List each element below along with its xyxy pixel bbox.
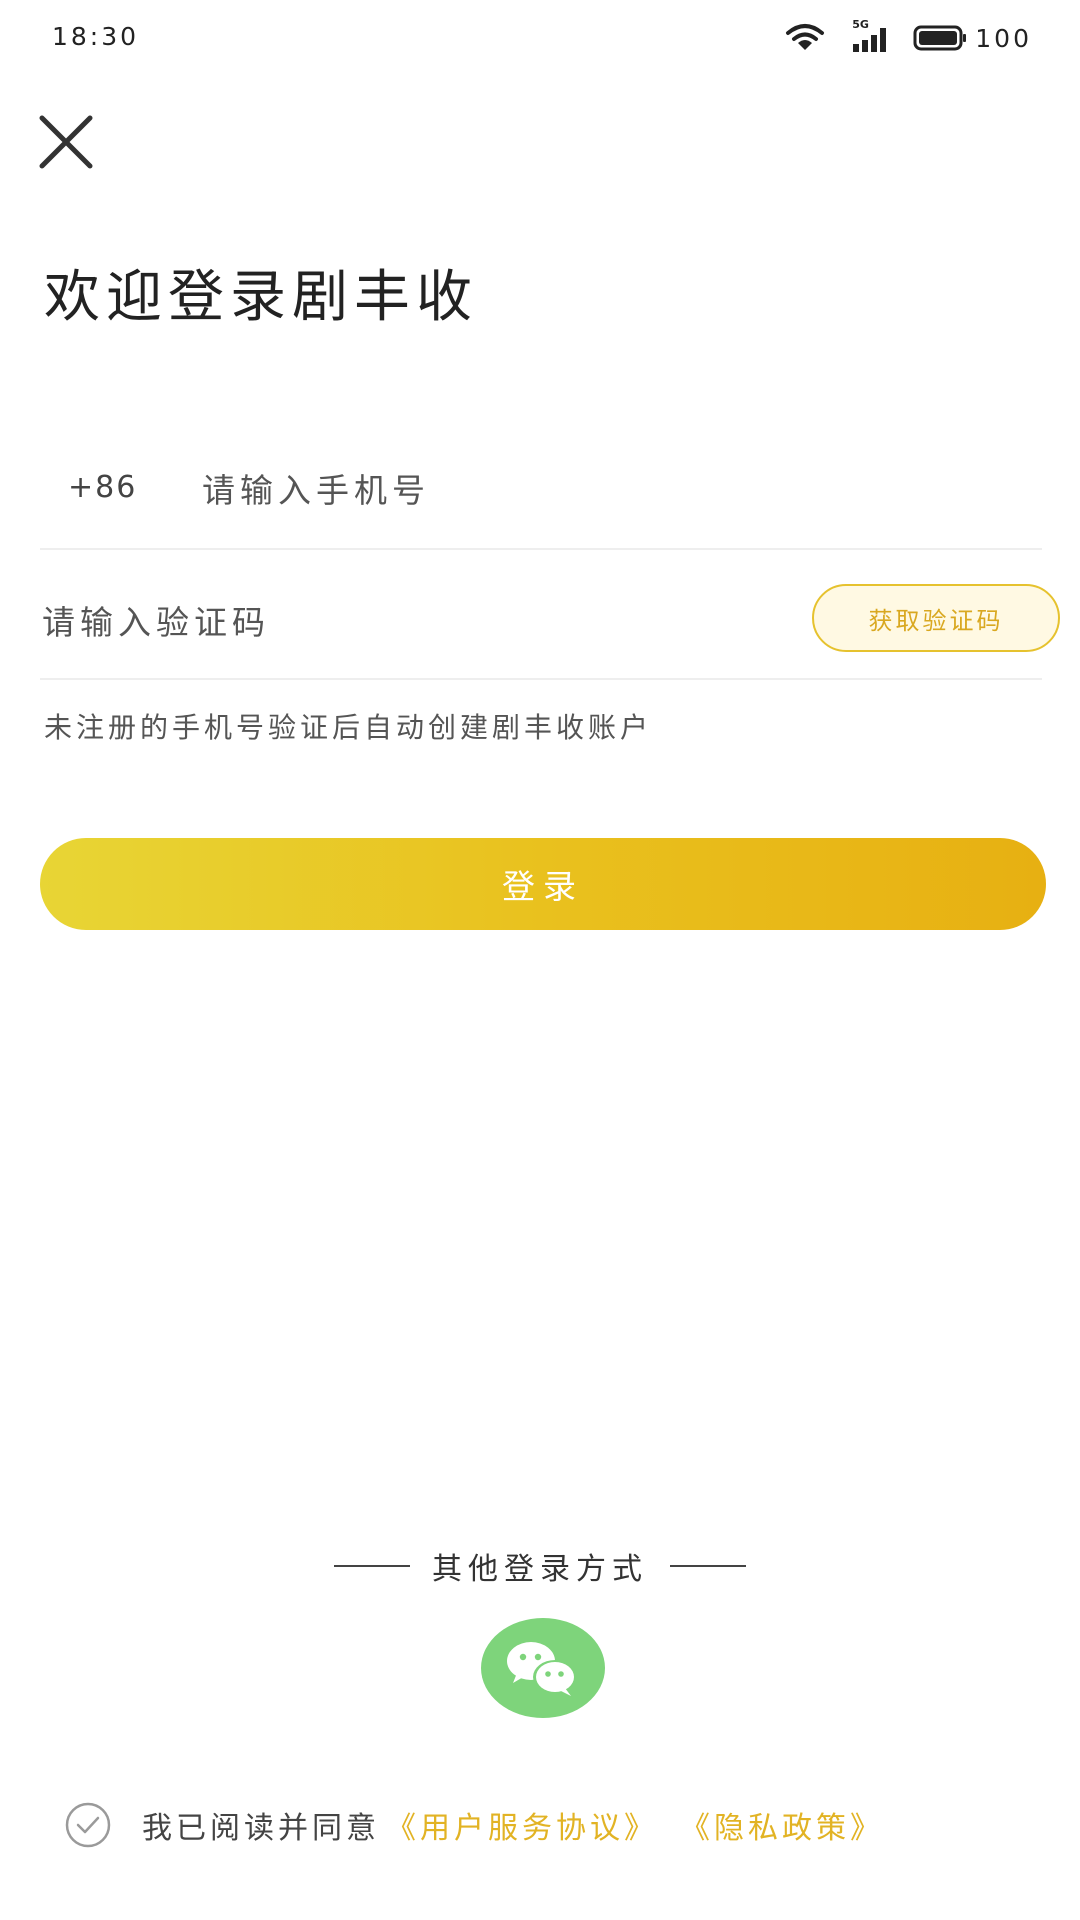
agreement-row: 我已阅读并同意 《用户服务协议》 《隐私政策》 (64, 1802, 884, 1848)
country-code-selector[interactable]: +86 (68, 470, 137, 505)
close-icon (39, 115, 93, 169)
wechat-icon (507, 1642, 577, 1696)
page-title: 欢迎登录剧丰收 (44, 265, 478, 330)
wechat-login-button[interactable] (481, 1618, 605, 1718)
divider-right (670, 1565, 746, 1567)
terms-of-service-link[interactable]: 《用户服务协议》 (386, 1803, 658, 1847)
agree-checkbox[interactable] (64, 1801, 112, 1849)
phone-input[interactable] (202, 460, 802, 520)
check-circle-icon (65, 1802, 111, 1848)
divider-left (334, 1565, 410, 1567)
other-login-title: 其他登录方式 (432, 1552, 648, 1587)
status-time: 18:30 (52, 22, 140, 51)
phone-row: +86 (40, 440, 1042, 550)
close-button[interactable] (36, 112, 96, 172)
get-code-button[interactable]: 获取验证码 (812, 584, 1060, 652)
signal-label: 5G (852, 18, 869, 31)
other-login-section: 其他登录方式 (0, 1544, 1080, 1588)
privacy-policy-link[interactable]: 《隐私政策》 (680, 1803, 884, 1847)
wifi-icon (785, 23, 825, 53)
battery-icon (913, 25, 967, 51)
verification-code-input[interactable] (42, 590, 602, 654)
login-button[interactable]: 登录 (40, 838, 1046, 930)
cellular-5g-icon: 5G (851, 18, 893, 54)
status-icons: 5G 100 (785, 18, 1032, 56)
code-row: 获取验证码 (40, 570, 1060, 680)
agreement-prefix: 我已阅读并同意 (142, 1811, 380, 1846)
battery-level: 100 (975, 23, 1032, 53)
status-bar: 18:30 5G 100 (0, 0, 1080, 76)
auto-register-hint: 未注册的手机号验证后自动创建剧丰收账户 (44, 711, 653, 744)
